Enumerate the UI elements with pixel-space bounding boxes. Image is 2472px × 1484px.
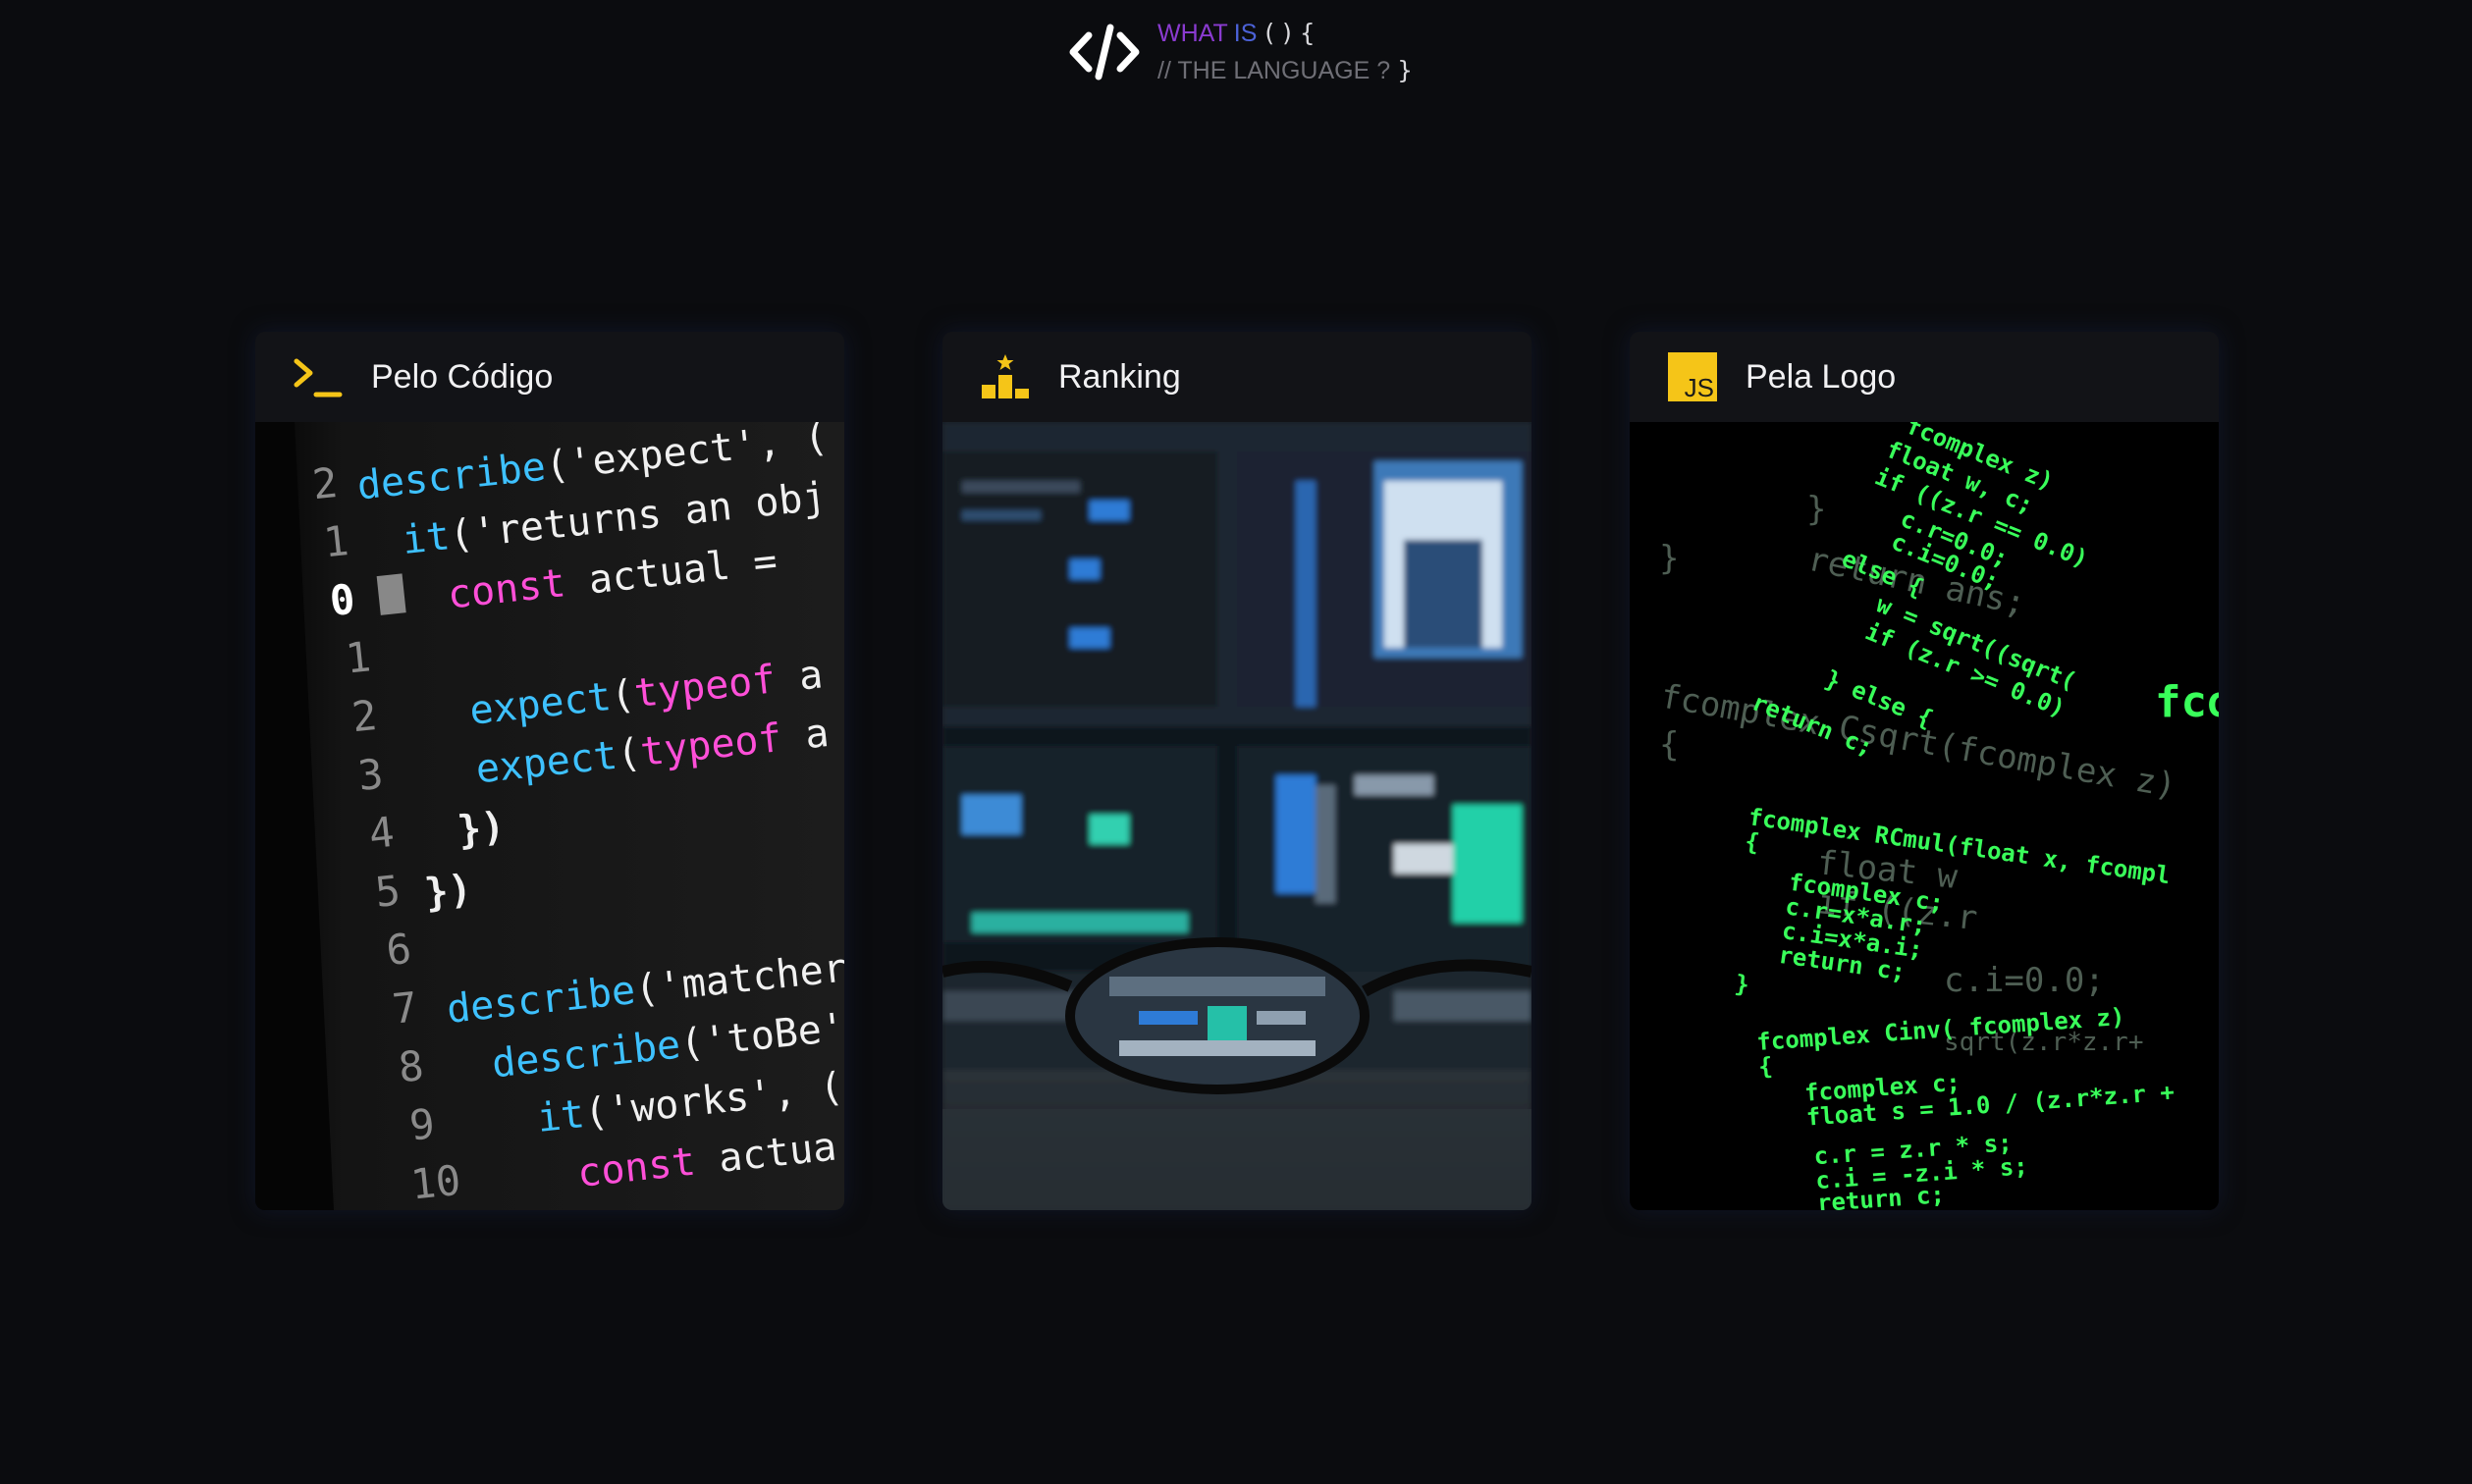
- line-number: 2: [349, 691, 379, 741]
- svg-text:JS: JS: [1685, 373, 1714, 402]
- card-ranking[interactable]: Ranking: [942, 332, 1532, 1210]
- line-number: 9: [407, 1099, 437, 1149]
- logo-text: WHAT IS( ) { // THE LANGUAGE ? }: [1157, 21, 1413, 83]
- card-pelo-codigo[interactable]: Pelo Código 2 1 0 1 2 3 4 5 6 7 8 9 10 d…: [255, 332, 844, 1210]
- line-number: 4: [367, 808, 397, 858]
- code-line: {: [1659, 725, 1679, 765]
- monitors-glasses-image: [942, 422, 1532, 1210]
- logo-word-is: IS: [1233, 20, 1258, 47]
- code-line: }): [422, 867, 474, 917]
- card-header: Ranking: [942, 332, 1532, 422]
- js-icon: JS: [1667, 351, 1718, 402]
- logo-closing-brace: }: [1397, 56, 1413, 84]
- code-line: c.i=0.0;: [1944, 961, 2105, 1000]
- green-code-image: } } return ans; fcomplex Csqrt(fcomplex …: [1630, 422, 2219, 1210]
- logo-word-what: WHAT: [1157, 20, 1228, 47]
- code-editor-image: 2 1 0 1 2 3 4 5 6 7 8 9 10 describe('exp…: [255, 422, 844, 1210]
- card-title: Ranking: [1058, 357, 1181, 396]
- code-line: }: [1806, 490, 1826, 529]
- line-number: 10: [408, 1156, 462, 1209]
- terminal-prompt-icon: [293, 351, 344, 402]
- logo-title: WHAT IS( ) {: [1157, 21, 1413, 46]
- code-line: }: [1659, 539, 1679, 578]
- logo-parens: ( ) {: [1264, 19, 1316, 47]
- line-number: 6: [384, 925, 413, 975]
- code-line: {: [1757, 1052, 1773, 1081]
- line-number: 1: [321, 516, 350, 566]
- logo-subtitle-text: // THE LANGUAGE ?: [1157, 57, 1391, 84]
- line-number: 3: [355, 750, 385, 800]
- card-header: JS Pela Logo: [1630, 332, 2219, 422]
- code-line: fco: [2155, 677, 2219, 727]
- line-number: 2: [310, 458, 340, 508]
- line-number: 8: [397, 1041, 426, 1091]
- card-title: Pelo Código: [371, 357, 554, 396]
- line-number: 1: [344, 632, 373, 682]
- text-cursor: [376, 573, 406, 615]
- card-pela-logo[interactable]: JS Pela Logo } } return ans; fcomplex Cs…: [1630, 332, 2219, 1210]
- line-number: 7: [390, 982, 419, 1033]
- card-header: Pelo Código: [255, 332, 844, 422]
- line-number: 5: [373, 866, 403, 916]
- code-line: }): [456, 804, 508, 854]
- line-number: 0: [328, 575, 357, 625]
- site-logo[interactable]: WHAT IS( ) { // THE LANGUAGE ? }: [1065, 18, 1413, 86]
- podium-icon: [980, 351, 1031, 402]
- code-brackets-icon: [1069, 24, 1140, 80]
- logo-subtitle: // THE LANGUAGE ? }: [1157, 58, 1413, 83]
- card-title: Pela Logo: [1746, 357, 1897, 396]
